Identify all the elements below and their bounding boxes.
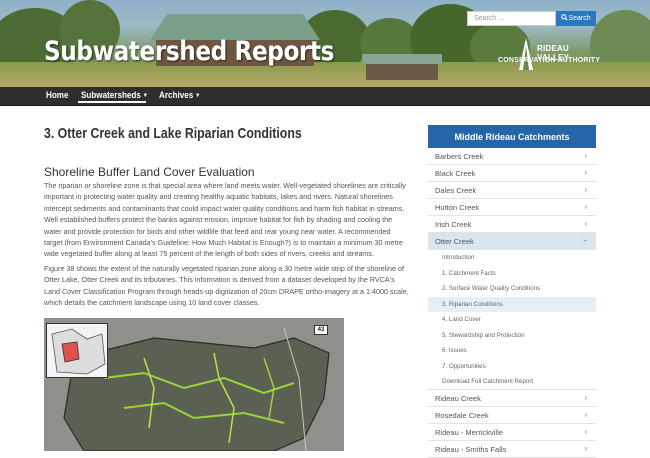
search-button[interactable]: Search	[556, 11, 596, 26]
subitem-label: Download Full Catchment Report	[442, 378, 534, 385]
sidebar-item-irish-creek[interactable]: Irish Creek ›	[428, 216, 596, 233]
nav-active-indicator	[78, 101, 146, 103]
inset-graphic	[47, 324, 107, 377]
subitem-issues[interactable]: 6. Issues	[428, 343, 596, 359]
sidebar-title: Middle Rideau Catchments	[428, 125, 596, 148]
subitem-label: 6. Issues	[442, 347, 467, 354]
paragraph-2: Figure 38 shows the extent of the natura…	[44, 264, 409, 308]
subitem-surface-water-quality[interactable]: 2. Surface Water Quality Conditions	[428, 281, 596, 297]
subitem-label: 4. Land Cover	[442, 316, 481, 323]
search-input[interactable]: Search ...	[467, 11, 556, 26]
sidebar-item-otter-creek[interactable]: Otter Creek ›	[428, 233, 596, 250]
site-title[interactable]: Subwatershed Reports	[44, 36, 335, 67]
sidebar-item-label: Dales Creek	[435, 186, 477, 195]
chevron-right-icon: ›	[584, 393, 587, 402]
chevron-right-icon: ›	[584, 202, 587, 211]
subitem-introduction[interactable]: Introduction	[428, 250, 596, 266]
sidebar-item-black-creek[interactable]: Black Creek ›	[428, 165, 596, 182]
paragraph-1: The riparian or shoreline zone is that s…	[44, 181, 406, 259]
sidebar-item-label: Rosedale Creek	[435, 411, 489, 420]
chevron-right-icon: ›	[584, 427, 587, 436]
sidebar-item-rideau-merrickville[interactable]: Rideau - Merrickville ›	[428, 424, 596, 441]
subitem-label: Introduction	[442, 254, 475, 261]
chevron-right-icon: ›	[584, 185, 587, 194]
nav-archives-label: Archives	[159, 90, 194, 100]
page-title: 3. Otter Creek and Lake Riparian Conditi…	[44, 125, 302, 142]
nav-subwatersheds-label: Subwatersheds	[81, 90, 141, 100]
sidebar-item-label: Black Creek	[435, 169, 476, 178]
nav-home[interactable]: Home	[46, 90, 69, 100]
chevron-right-icon: ›	[584, 151, 587, 160]
section-title: Shoreline Buffer Land Cover Evaluation	[44, 165, 255, 179]
logo-mark-icon	[519, 38, 533, 70]
subitem-label: 3. Riparian Conditions	[442, 300, 503, 308]
sidebar-item-dales-creek[interactable]: Dales Creek ›	[428, 182, 596, 199]
subitem-riparian-conditions[interactable]: 3. Riparian Conditions	[428, 296, 596, 312]
sidebar-item-label: Irish Creek	[435, 220, 472, 229]
subitem-label: 1. Catchment Facts	[442, 269, 496, 277]
sidebar-item-rideau-smiths-falls[interactable]: Rideau - Smiths Falls ›	[428, 441, 596, 458]
riparian-map-image: 43	[44, 318, 344, 451]
sidebar-item-label: Hutton Creek	[435, 203, 480, 212]
sidebar-item-hutton-creek[interactable]: Hutton Creek ›	[428, 199, 596, 216]
subitem-label: 2. Surface Water Quality Conditions	[442, 285, 541, 292]
rvca-logo[interactable]: RIDEAU VALLEY CONSERVATION AUTHORITY	[497, 38, 602, 72]
chevron-right-icon: ›	[584, 444, 587, 453]
catchment-list: Barbers Creek › Black Creek › Dales Creek ›…	[428, 148, 596, 458]
subitem-download-report[interactable]: Download Full Catchment Report	[428, 374, 596, 390]
sidebar-item-label: Rideau Creek	[435, 394, 481, 403]
nav-subwatersheds[interactable]: Subwatersheds ▼	[81, 90, 148, 100]
subitem-label: 5. Stewardship and Protection	[442, 331, 525, 339]
chevron-right-icon: ›	[584, 410, 587, 419]
sidebar-item-label: Barbers Creek	[435, 152, 484, 161]
sidebar-item-label: Rideau - Smiths Falls	[435, 445, 507, 454]
subitem-catchment-facts[interactable]: 1. Catchment Facts	[428, 265, 596, 281]
subitem-stewardship[interactable]: 5. Stewardship and Protection	[428, 327, 596, 343]
nav-archives[interactable]: Archives ▼	[159, 90, 200, 100]
sidebar-item-barbers-creek[interactable]: Barbers Creek ›	[428, 148, 596, 165]
chevron-down-icon: ›	[581, 239, 591, 242]
nav-home-label: Home	[46, 90, 69, 100]
sidebar-item-rosedale-creek[interactable]: Rosedale Creek ›	[428, 407, 596, 424]
chevron-right-icon: ›	[584, 219, 587, 228]
sidebar-item-label: Otter Creek	[435, 237, 474, 246]
sidebar-item-label: Rideau - Merrickville	[435, 428, 503, 437]
shed-image	[362, 54, 442, 80]
highway-marker: 43	[314, 325, 328, 335]
subitem-label: 7. Opportunities	[442, 362, 486, 370]
subitem-opportunities[interactable]: 7. Opportunities	[428, 358, 596, 374]
subitem-land-cover[interactable]: 4. Land Cover	[428, 312, 596, 328]
locator-inset-map	[46, 323, 108, 378]
caret-down-icon: ▼	[142, 93, 149, 99]
search-button-label: Search	[568, 15, 591, 22]
logo-line2: CONSERVATION AUTHORITY	[498, 57, 601, 64]
caret-down-icon: ▼	[195, 93, 201, 99]
chevron-right-icon: ›	[584, 168, 587, 177]
sidebar-item-rideau-creek[interactable]: Rideau Creek ›	[428, 390, 596, 407]
